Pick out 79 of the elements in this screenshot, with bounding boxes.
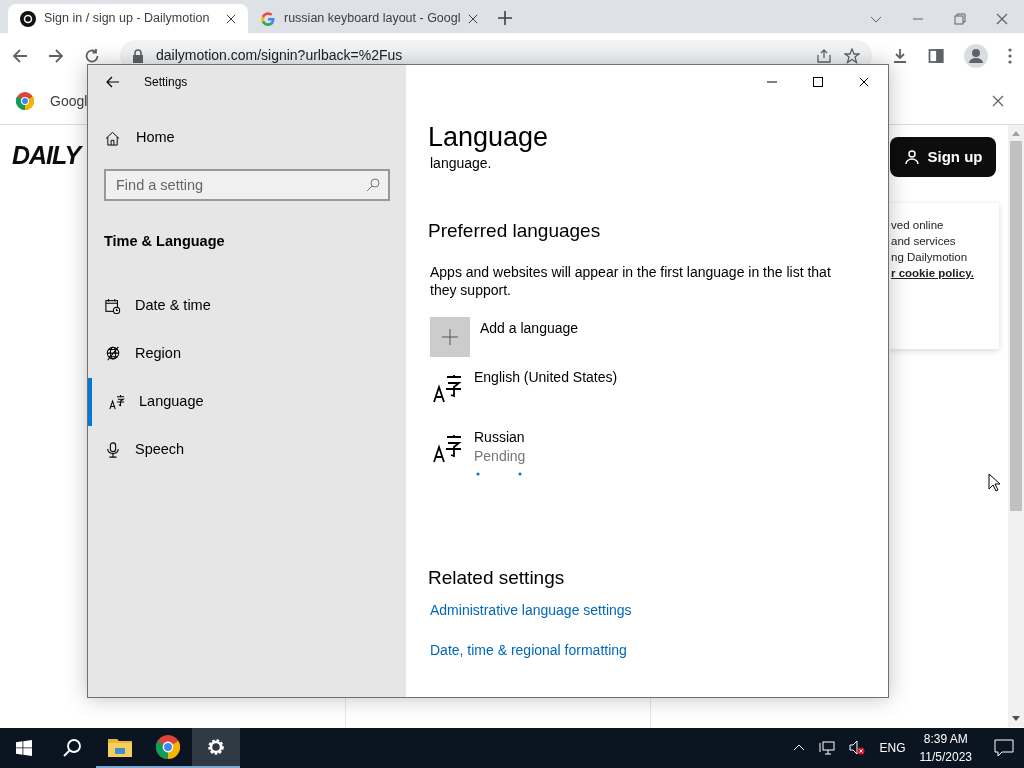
cookie-text: ved online	[891, 218, 945, 233]
menu-icon[interactable]	[1008, 47, 1012, 64]
search-field[interactable]: Find a setting	[104, 169, 390, 201]
start-icon[interactable]	[16, 740, 32, 756]
notification-icon[interactable]	[994, 738, 1014, 758]
url-text: dailymotion.com/signin?urlback=%2Fus	[156, 46, 404, 65]
restore-icon[interactable]	[954, 13, 966, 25]
profile-icon[interactable]	[964, 43, 988, 68]
scrollbar[interactable]	[1008, 125, 1024, 727]
language-name: English (United States)	[474, 367, 618, 387]
language-icon	[432, 373, 462, 404]
calendar-icon	[105, 296, 121, 315]
browser-tab[interactable]: Sign in / sign up - Dailymotion	[8, 4, 248, 33]
clock[interactable]: 8:39 AM 11/5/2023	[919, 730, 972, 766]
tab-title: russian keyboard layout - Googl	[284, 10, 461, 28]
back-icon[interactable]	[106, 75, 120, 89]
nav-item[interactable]: Speech	[88, 425, 406, 474]
cursor-icon	[988, 473, 1000, 492]
globe-icon	[105, 344, 121, 363]
section-title: Related settings	[428, 565, 566, 590]
chrome-icon[interactable]	[156, 735, 180, 759]
nav-item[interactable]: Date & time	[88, 281, 406, 330]
microphone-icon	[105, 440, 121, 459]
search-icon[interactable]	[62, 738, 82, 758]
new-tab-icon[interactable]	[498, 11, 513, 25]
status-text: Pending	[474, 446, 526, 466]
page-heading: Language	[428, 121, 550, 154]
language-name: Russian	[474, 427, 526, 447]
language-icon	[432, 433, 462, 464]
user-icon	[903, 149, 920, 165]
nav-item[interactable]: Region	[88, 329, 406, 378]
section-title: Preferred languages	[428, 219, 602, 243]
star-icon[interactable]	[844, 47, 860, 64]
close-icon[interactable]	[859, 77, 869, 87]
settings-link[interactable]: Administrative language settings	[430, 600, 848, 621]
settings-link[interactable]: Date, time & regional formatting	[430, 640, 848, 661]
google-icon	[260, 10, 276, 27]
home-icon	[105, 130, 120, 146]
logo-icon	[20, 10, 36, 27]
chrome-icon	[16, 92, 34, 110]
side-panel-icon[interactable]	[928, 47, 944, 64]
home-item[interactable]: Home	[88, 119, 406, 157]
close-icon[interactable]	[226, 13, 236, 24]
language-row[interactable]: Russian Pending	[428, 426, 848, 487]
add-language-button[interactable]: Add a language	[428, 316, 848, 357]
folder-icon[interactable]	[108, 737, 132, 757]
language-icon	[109, 392, 125, 411]
scroll-down-icon[interactable]	[1012, 715, 1020, 723]
tab-title: Sign in / sign up - Dailymotion	[44, 10, 211, 28]
reload-icon[interactable]	[84, 47, 100, 64]
search-icon	[366, 178, 380, 192]
scroll-thumb[interactable]	[1010, 141, 1022, 511]
nav-item[interactable]: Language	[88, 377, 406, 426]
window-title: Settings	[144, 74, 188, 91]
volume-muted-icon[interactable]	[849, 740, 866, 756]
cookie-text: and services	[891, 234, 957, 249]
add-language-label: Add a language	[480, 318, 579, 338]
back-icon[interactable]	[12, 47, 28, 64]
cookie-text: ng Dailymotion	[891, 250, 969, 265]
plus-icon	[442, 328, 458, 345]
close-icon[interactable]	[468, 13, 479, 24]
section-heading: Time & Language	[103, 232, 226, 251]
forward-icon[interactable]	[48, 47, 64, 64]
intro-text: language.	[429, 154, 493, 173]
info-text: Googl	[50, 91, 89, 111]
maximize-icon	[813, 77, 823, 87]
language-row[interactable]: English (United States)	[428, 366, 848, 427]
taskbar-button[interactable]	[192, 728, 240, 768]
site-logo: DAILY	[12, 140, 81, 171]
share-icon[interactable]	[816, 47, 832, 64]
description-text: Apps and websites will appear in the first language in the list that they support.	[429, 262, 832, 299]
close-icon[interactable]	[992, 95, 1004, 107]
language-indicator[interactable]: ENG	[879, 739, 906, 757]
settings-icon[interactable]	[206, 737, 226, 757]
sign-up-button[interactable]: Sign up	[890, 137, 996, 177]
network-icon[interactable]	[819, 740, 836, 756]
download-icon[interactable]	[892, 47, 908, 64]
cookie-policy-link[interactable]: r cookie policy.	[891, 265, 999, 281]
lock-icon	[132, 48, 144, 63]
